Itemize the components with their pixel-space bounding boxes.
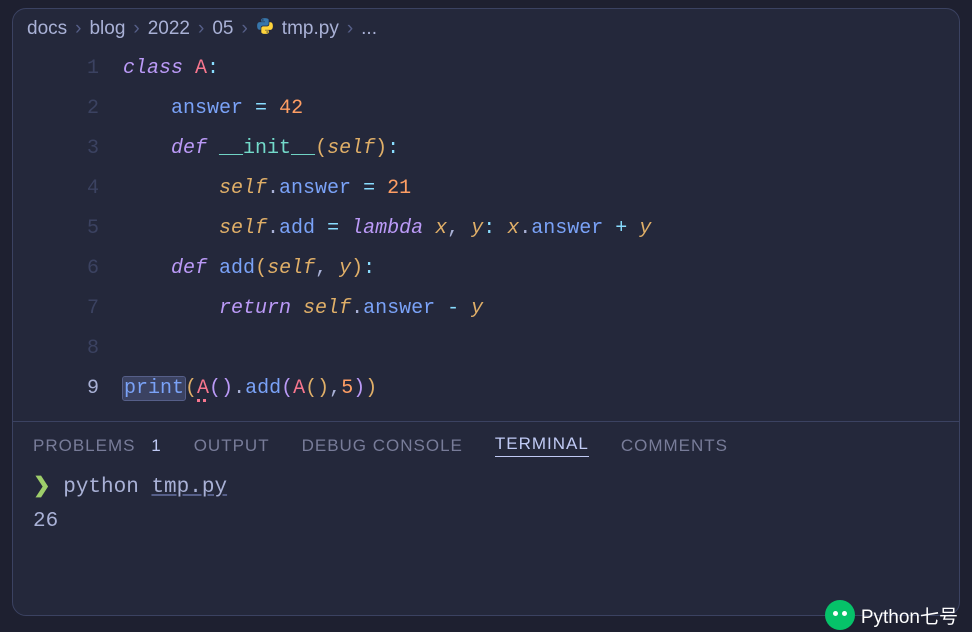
line-number-gutter: 123456789 [13, 49, 123, 409]
breadcrumb-tail[interactable]: ... [361, 18, 377, 40]
line-number: 9 [13, 369, 99, 409]
problems-count-badge: 1 [151, 436, 161, 455]
terminal-argument: tmp.py [151, 476, 227, 499]
chevron-right-icon: › [347, 18, 353, 40]
code-line[interactable]: print(A().add(A(),5)) [123, 369, 959, 409]
breadcrumb-file[interactable]: tmp.py [282, 18, 339, 40]
python-file-icon [256, 17, 274, 41]
terminal-output-line: 26 [33, 505, 939, 539]
code-line[interactable]: self.add = lambda x, y: x.answer + y [123, 209, 959, 249]
chevron-right-icon: › [133, 18, 139, 40]
code-content[interactable]: class A: answer = 42 def __init__(self):… [123, 49, 959, 409]
breadcrumb-segment[interactable]: 2022 [148, 18, 190, 40]
code-editor[interactable]: 123456789 class A: answer = 42 def __ini… [13, 49, 959, 409]
chevron-right-icon: › [75, 18, 81, 40]
watermark-text: Python七号 [861, 602, 958, 629]
tab-terminal[interactable]: TERMINAL [495, 434, 589, 457]
tab-debug-console[interactable]: DEBUG CONSOLE [302, 436, 463, 456]
bottom-panel: PROBLEMS 1 OUTPUT DEBUG CONSOLE TERMINAL… [13, 421, 959, 545]
wechat-logo-icon [825, 600, 855, 630]
line-number: 3 [13, 129, 99, 169]
terminal-prompt: ❯ [33, 476, 51, 499]
line-number: 4 [13, 169, 99, 209]
tab-comments[interactable]: COMMENTS [621, 436, 728, 456]
code-line[interactable]: return self.answer - y [123, 289, 959, 329]
watermark: Python七号 [825, 600, 958, 630]
code-line[interactable]: def __init__(self): [123, 129, 959, 169]
line-number: 6 [13, 249, 99, 289]
code-line[interactable]: class A: [123, 49, 959, 89]
breadcrumb-segment[interactable]: 05 [212, 18, 233, 40]
line-number: 2 [13, 89, 99, 129]
code-line[interactable]: def add(self, y): [123, 249, 959, 289]
breadcrumb-segment[interactable]: blog [89, 18, 125, 40]
line-number: 8 [13, 329, 99, 369]
terminal-command: python [63, 476, 139, 499]
breadcrumb[interactable]: docs › blog › 2022 › 05 › tmp.py › ... [13, 9, 959, 49]
tab-output[interactable]: OUTPUT [194, 436, 270, 456]
chevron-right-icon: › [198, 18, 204, 40]
code-line[interactable] [123, 329, 959, 369]
breadcrumb-segment[interactable]: docs [27, 18, 67, 40]
terminal-command-line: ❯ python tmp.py [33, 471, 939, 505]
line-number: 5 [13, 209, 99, 249]
line-number: 7 [13, 289, 99, 329]
panel-tabs: PROBLEMS 1 OUTPUT DEBUG CONSOLE TERMINAL… [13, 422, 959, 465]
terminal-content[interactable]: ❯ python tmp.py 26 [13, 465, 959, 545]
code-line[interactable]: answer = 42 [123, 89, 959, 129]
line-number: 1 [13, 49, 99, 89]
chevron-right-icon: › [241, 18, 247, 40]
editor-window: docs › blog › 2022 › 05 › tmp.py › ... 1… [12, 8, 960, 616]
code-line[interactable]: self.answer = 21 [123, 169, 959, 209]
tab-problems[interactable]: PROBLEMS 1 [33, 436, 162, 456]
